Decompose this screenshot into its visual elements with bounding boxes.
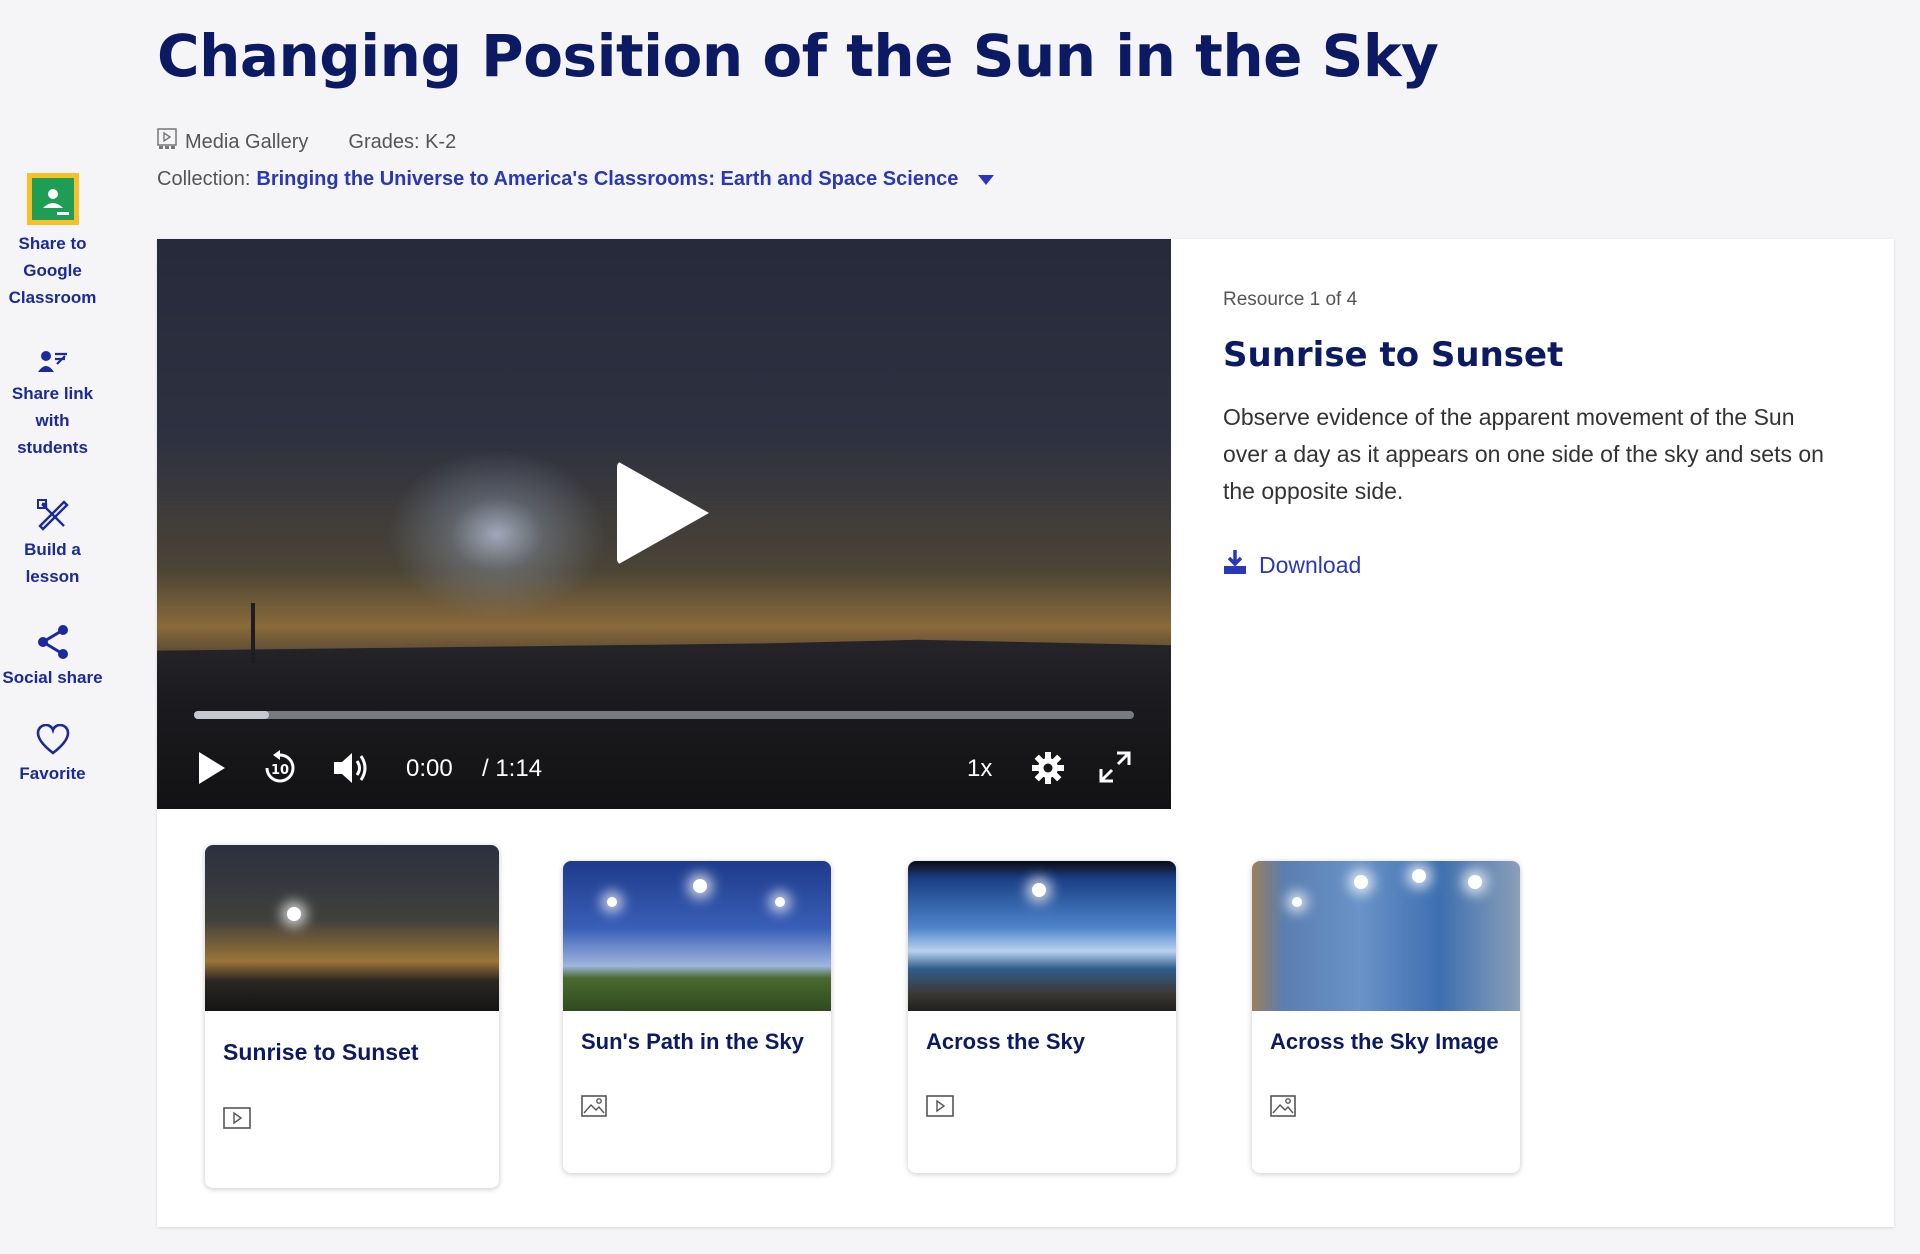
playback-speed-button[interactable]: 1x — [967, 755, 992, 783]
meta-row: Media Gallery Grades: K-2 — [157, 128, 456, 156]
progress-bar[interactable] — [194, 711, 1134, 719]
download-label: Download — [1259, 551, 1362, 578]
image-icon — [581, 1095, 607, 1122]
thumbnail-image — [908, 861, 1176, 1011]
current-time: 0:00 — [406, 755, 453, 782]
build-lesson-button[interactable]: Build a lesson — [0, 498, 105, 590]
thumbnail-title: Sun's Path in the Sky — [581, 1029, 804, 1054]
grades: Grades: K-2 — [348, 130, 457, 153]
thumbnail-title: Across the Sky Image — [1270, 1029, 1499, 1054]
sidebar-item-label: Share to Google Classroom — [8, 234, 97, 307]
media-gallery-icon — [157, 128, 177, 156]
image-icon — [1270, 1095, 1296, 1122]
thumbnail-card[interactable]: Across the Sky Image — [1252, 861, 1520, 1173]
thumbnail-card[interactable]: Sunrise to Sunset — [205, 845, 499, 1188]
build-lesson-icon — [36, 498, 70, 532]
thumbnail-card[interactable]: Across the Sky — [908, 861, 1176, 1173]
resource-count: Resource 1 of 4 — [1223, 289, 1358, 310]
svg-text:10: 10 — [271, 763, 289, 778]
resource-title: Sunrise to Sunset — [1223, 335, 1564, 375]
video-frame-sun — [387, 449, 607, 619]
favorite-button[interactable]: Favorite — [0, 724, 105, 787]
collection-row: Collection: Bringing the Universe to Ame… — [157, 168, 995, 191]
heart-icon — [36, 724, 70, 756]
collection-link[interactable]: Bringing the Universe to America's Class… — [256, 168, 958, 191]
rewind-10-icon[interactable]: 10 — [261, 749, 299, 787]
thumbnail-title: Across the Sky — [926, 1029, 1085, 1054]
share-icon — [36, 624, 70, 660]
play-overlay-button[interactable] — [617, 461, 709, 565]
page-title: Changing Position of the Sun in the Sky — [157, 22, 1439, 90]
volume-icon[interactable] — [331, 749, 371, 787]
video-icon — [223, 1107, 251, 1134]
play-icon[interactable] — [195, 749, 229, 787]
share-link-button[interactable]: Share link with students — [0, 348, 105, 461]
thumbnail-title: Sunrise to Sunset — [223, 1039, 419, 1065]
gear-icon[interactable] — [1029, 749, 1067, 787]
thumbnail-image — [563, 861, 831, 1011]
download-icon — [1223, 549, 1247, 581]
video-frame-spire — [251, 603, 255, 663]
video-icon — [926, 1095, 954, 1122]
progress-fill — [194, 711, 270, 719]
social-share-button[interactable]: Social share — [0, 624, 105, 691]
resource-card: 10 0:00 / 1:14 1x Resource 1 of 4 Sunris… — [157, 239, 1894, 1227]
sidebar-item-label: Build a lesson — [24, 540, 81, 586]
fullscreen-icon[interactable] — [1097, 749, 1133, 785]
thumbnail-image — [205, 845, 499, 1011]
chevron-down-icon[interactable] — [978, 174, 995, 185]
google-classroom-icon — [26, 172, 80, 226]
sidebar-item-label: Share link with students — [11, 384, 94, 457]
download-button[interactable]: Download — [1223, 549, 1361, 581]
sidebar-item-label: Social share — [2, 668, 103, 687]
thumbnail-image — [1252, 861, 1520, 1011]
share-google-classroom-button[interactable]: Share to Google Classroom — [0, 172, 105, 311]
collection-label: Collection: — [157, 168, 251, 190]
duration: / 1:14 — [482, 755, 543, 782]
sidebar-item-label: Favorite — [19, 764, 86, 783]
media-type: Media Gallery — [185, 130, 309, 153]
share-link-icon — [36, 348, 70, 376]
resource-description: Observe evidence of the apparent movemen… — [1223, 404, 1824, 504]
video-player[interactable]: 10 0:00 / 1:14 1x — [157, 239, 1171, 809]
thumbnail-card[interactable]: Sun's Path in the Sky — [563, 861, 831, 1173]
player-controls: 10 0:00 / 1:14 1x — [157, 739, 1171, 799]
